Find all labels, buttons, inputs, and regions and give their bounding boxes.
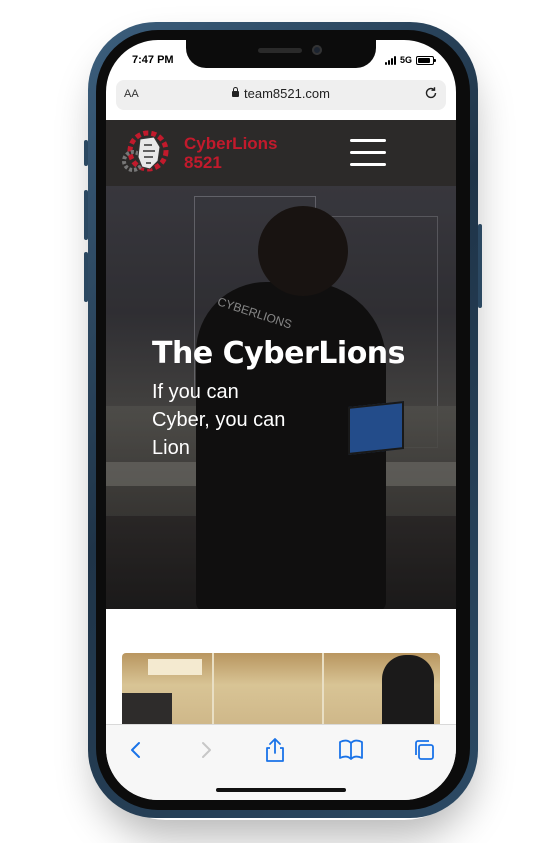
home-indicator[interactable]: [216, 788, 346, 792]
site-header: CyberLions 8521: [106, 120, 456, 186]
bookmarks-icon[interactable]: [336, 737, 366, 763]
url-display[interactable]: team8521.com: [116, 86, 446, 101]
forward-icon[interactable]: [190, 737, 220, 763]
person-in-photo: [382, 655, 434, 725]
power-button: [478, 224, 482, 308]
front-camera: [312, 45, 322, 55]
status-indicators: 5G: [384, 55, 436, 65]
ceiling-beam: [212, 653, 214, 733]
brand-name[interactable]: CyberLions 8521: [184, 134, 304, 172]
ceiling-beam: [322, 653, 324, 733]
volume-up-button: [84, 190, 88, 240]
signal-icon: [384, 55, 396, 65]
notch: [186, 40, 376, 68]
hero-title: The CyberLions: [152, 336, 406, 371]
brand-line-1: CyberLions: [184, 134, 278, 153]
volume-down-button: [84, 252, 88, 302]
mute-switch: [84, 140, 88, 166]
hero-subtitle: If you can Cyber, you can Lion: [152, 381, 286, 459]
battery-icon: [416, 55, 436, 65]
status-time: 7:47 PM: [132, 54, 174, 66]
content-section: [106, 609, 456, 733]
address-bar[interactable]: AA team8521.com: [116, 80, 446, 110]
brand-line-2: 8521: [184, 153, 222, 172]
cyberlions-logo[interactable]: [120, 127, 172, 179]
ceiling-light: [148, 659, 202, 675]
share-icon[interactable]: [260, 737, 290, 763]
lock-icon: [232, 87, 239, 97]
back-icon[interactable]: [122, 737, 152, 763]
url-text: team8521.com: [244, 86, 330, 101]
phone-screen: 7:47 PM 5G AA team8521.com CyberLions 85…: [106, 40, 456, 800]
reload-icon[interactable]: [424, 86, 438, 100]
hero-section: CYBERLIONS The CyberLions If you can Cyb…: [106, 186, 456, 609]
team-photo: [122, 653, 440, 733]
tabs-icon[interactable]: [410, 737, 440, 763]
speaker-grille: [258, 48, 302, 53]
network-label: 5G: [399, 55, 412, 65]
hamburger-menu-icon[interactable]: [350, 139, 386, 167]
